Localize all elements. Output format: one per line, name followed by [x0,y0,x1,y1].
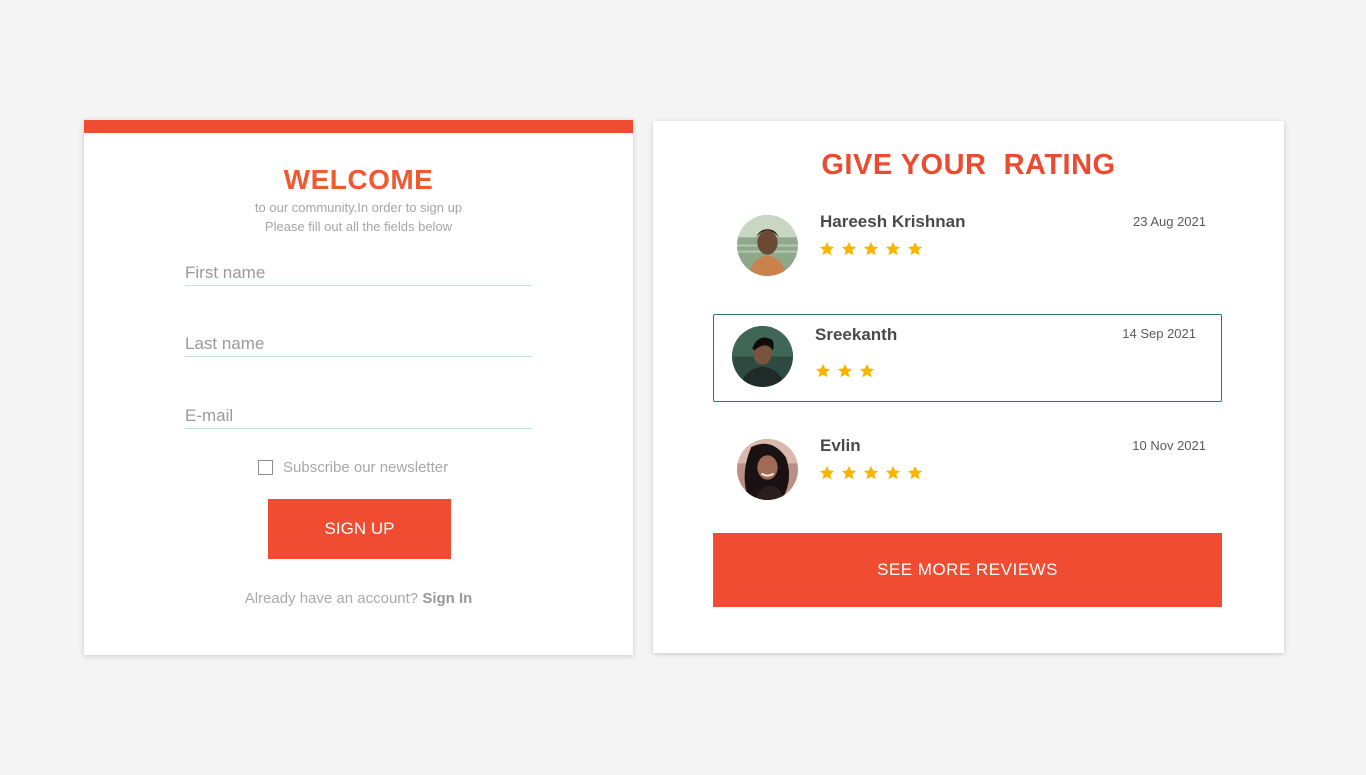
star-icon [906,464,924,482]
see-more-reviews-button[interactable]: SEE MORE REVIEWS [713,533,1222,607]
rating-card: GIVE YOUR RATING Hareesh Krishnan 23 Aug… [653,121,1284,653]
welcome-title: WELCOME [283,164,434,195]
star-icon [836,362,854,380]
avatar [737,439,798,500]
reviewer-name: Evlin [820,436,861,455]
review-item-selected[interactable]: Sreekanth 14 Sep 2021 [713,314,1222,402]
star-icon [818,464,836,482]
rating-title: GIVE YOUR RATING [821,149,1116,181]
first-name-input[interactable] [185,263,532,283]
star-rating [814,362,876,380]
star-icon [862,240,880,258]
signup-card: WELCOME to our community.In order to sig… [84,120,633,655]
welcome-subtitle-line1: to our community.In order to sign up [254,200,463,215]
star-icon [840,464,858,482]
avatar [732,326,793,387]
email-input[interactable] [185,406,532,426]
star-icon [858,362,876,380]
star-icon [906,240,924,258]
card-accent-bar [84,120,633,133]
sign-up-button[interactable]: SIGN UP [268,499,451,559]
star-icon [840,240,858,258]
newsletter-option[interactable]: Subscribe our newsletter [258,459,448,476]
first-name-field-wrapper [185,254,532,286]
star-icon [814,362,832,380]
review-item[interactable]: Hareesh Krishnan 23 Aug 2021 [718,209,1227,297]
last-name-input[interactable] [185,334,532,354]
newsletter-checkbox[interactable] [258,460,273,475]
star-icon [884,240,902,258]
review-date: 10 Nov 2021 [1132,438,1206,453]
signin-prompt-line: Already have an account? Sign In [84,590,633,607]
review-date: 14 Sep 2021 [1122,326,1196,341]
star-icon [884,464,902,482]
last-name-field-wrapper [185,325,532,357]
signin-prompt-text: Already have an account? [244,590,423,607]
email-field-wrapper [185,397,532,429]
welcome-subtitle-line2: Please fill out all the fields below [264,219,453,234]
star-rating [818,464,924,482]
review-date: 23 Aug 2021 [1132,214,1206,229]
newsletter-label: Subscribe our newsletter [283,459,449,476]
avatar [737,215,798,276]
reviewer-name: Sreekanth [815,325,898,344]
star-icon [818,240,836,258]
review-item[interactable]: Evlin 10 Nov 2021 [718,433,1227,521]
sign-in-link[interactable]: Sign In [422,590,472,607]
star-icon [862,464,880,482]
star-rating [818,240,924,258]
reviewer-name: Hareesh Krishnan [820,212,966,231]
